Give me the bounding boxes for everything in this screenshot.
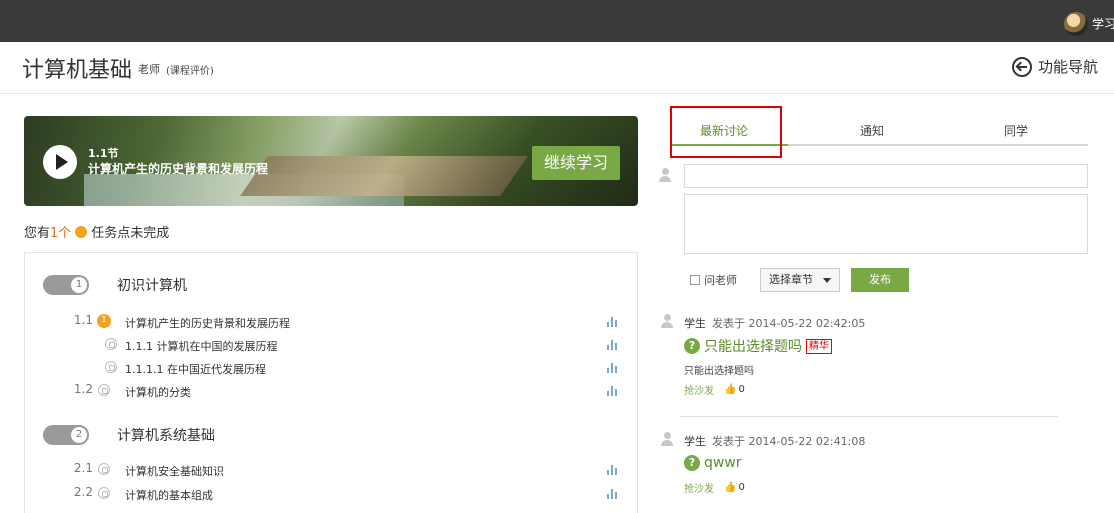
row-title[interactable]: 1.1.1.1 在中国近代发展历程	[125, 361, 266, 377]
outline-row[interactable]: 2.2 计算机的基本组成	[25, 485, 637, 505]
reply-link[interactable]: 抢沙发	[684, 480, 714, 495]
user-avatar-icon	[660, 432, 674, 446]
thumbs-up-icon[interactable]: 👍	[724, 384, 736, 395]
banner-boardwalk	[239, 156, 529, 196]
row-number: 2.1	[73, 461, 93, 475]
outline-row[interactable]: 1.2 计算机的分类	[25, 382, 637, 402]
row-number: 1.2	[73, 382, 93, 396]
back-arrow-icon	[1011, 56, 1032, 77]
post-divider	[680, 416, 1058, 417]
post-header: 学生 发表于 2014-05-22 02:42:05	[684, 315, 865, 331]
lock-icon	[105, 338, 117, 350]
row-number: 1.1	[73, 313, 93, 327]
chapter-select[interactable]: 选择章节	[760, 268, 840, 292]
reply-link[interactable]: 抢沙发	[684, 382, 714, 397]
outline-row[interactable]: 2.1 计算机安全基础知识	[25, 461, 637, 481]
topic-body-textarea[interactable]	[684, 194, 1088, 254]
post-author[interactable]: 学生	[684, 435, 706, 448]
post-header: 学生 发表于 2014-05-22 02:41:08	[684, 433, 865, 449]
function-nav-label: 功能导航	[1037, 58, 1098, 76]
thumbs-up-icon[interactable]: 👍	[724, 482, 736, 493]
course-evaluation-link[interactable]: (课程评价)	[166, 62, 214, 77]
stats-icon[interactable]	[607, 386, 619, 396]
outline-row[interactable]: 1.1 1 计算机产生的历史背景和发展历程	[25, 313, 637, 333]
chapter-1[interactable]: 1 初识计算机	[43, 273, 187, 297]
highlight-box	[670, 106, 782, 158]
chapter-toggle[interactable]: 2	[43, 425, 89, 445]
continue-learning-button[interactable]: 继续学习	[532, 146, 620, 180]
question-icon: ?	[684, 338, 700, 354]
post-footer: 抢沙发 👍 0	[684, 382, 745, 397]
question-title[interactable]: 只能出选择题吗	[704, 336, 802, 356]
row-title[interactable]: 计算机安全基础知识	[125, 463, 224, 479]
lock-icon	[98, 463, 110, 475]
ask-teacher-label: 问老师	[704, 274, 737, 287]
featured-badge: 精华	[806, 338, 832, 354]
banner-section-number: 1.1节	[88, 147, 119, 160]
tab-notice[interactable]: 通知	[860, 122, 884, 139]
lock-icon	[105, 361, 117, 373]
chapter-title: 计算机系统基础	[117, 428, 215, 444]
outline-row[interactable]: 1.1.1.1 在中国近代发展历程	[25, 359, 637, 379]
checkbox-icon[interactable]	[690, 275, 700, 285]
function-nav-button[interactable]: 功能导航	[1011, 56, 1098, 77]
like-count: 0	[738, 482, 745, 493]
row-title[interactable]: 计算机的基本组成	[125, 487, 213, 503]
banner-section-title: 计算机产生的历史背景和发展历程	[88, 162, 269, 176]
user-avatar-icon	[660, 314, 674, 328]
user-label[interactable]: 学习	[1092, 15, 1114, 32]
chapter-number: 2	[71, 427, 87, 443]
row-title[interactable]: 计算机的分类	[125, 384, 191, 400]
chapter-select-value: 选择章节	[769, 273, 813, 286]
current-section-banner: 1.1节 计算机产生的历史背景和发展历程 继续学习	[24, 116, 638, 206]
teacher-label: 老师	[138, 63, 160, 76]
top-bar: 学习	[0, 0, 1114, 42]
user-avatar[interactable]	[1064, 12, 1088, 36]
chapter-toggle[interactable]: 1	[43, 275, 89, 295]
user-avatar-icon	[658, 168, 672, 182]
stats-icon[interactable]	[607, 340, 619, 350]
course-title: 计算机基础	[22, 58, 133, 83]
topic-title-input[interactable]	[684, 164, 1088, 188]
post-author[interactable]: 学生	[684, 317, 706, 330]
publish-button[interactable]: 发布	[851, 268, 909, 292]
task-count: 1个	[50, 226, 72, 241]
stats-icon[interactable]	[607, 465, 619, 475]
course-outline: 1 初识计算机 1.1 1 计算机产生的历史背景和发展历程 1.1.1 计算机在…	[24, 252, 638, 513]
row-number: 2.2	[73, 485, 93, 499]
play-icon[interactable]	[43, 145, 77, 179]
question-icon: ?	[684, 455, 700, 471]
post-footer: 抢沙发 👍 0	[684, 480, 745, 495]
chapter-title: 初识计算机	[117, 278, 187, 294]
task-suffix: 任务点未完成	[91, 226, 170, 241]
chapter-number: 1	[71, 277, 87, 293]
task-notice: 您有 1个 任务点未完成	[24, 222, 169, 241]
like-count: 0	[738, 384, 745, 395]
stats-icon[interactable]	[607, 363, 619, 373]
lock-icon	[98, 384, 110, 396]
post-question[interactable]: ? qwwr	[684, 455, 742, 471]
stats-icon[interactable]	[607, 489, 619, 499]
task-pending-icon: 1	[97, 314, 111, 328]
chapter-2[interactable]: 2 计算机系统基础	[43, 423, 215, 447]
post-question[interactable]: ? 只能出选择题吗 精华	[684, 336, 832, 356]
task-dot-icon	[75, 225, 88, 238]
stats-icon[interactable]	[607, 317, 619, 327]
outline-row[interactable]: 1.1.1 计算机在中国的发展历程	[25, 336, 637, 356]
row-title[interactable]: 计算机产生的历史背景和发展历程	[125, 315, 290, 331]
post-body: 只能出选择题吗	[684, 366, 754, 377]
task-prefix: 您有	[24, 226, 51, 241]
question-title[interactable]: qwwr	[704, 455, 742, 471]
ask-teacher-checkbox[interactable]: 问老师	[690, 272, 737, 288]
tab-classmates[interactable]: 同学	[1004, 122, 1028, 139]
row-title[interactable]: 1.1.1 计算机在中国的发展历程	[125, 338, 278, 354]
lock-icon	[98, 487, 110, 499]
course-header: 计算机基础 老师 (课程评价) 功能导航	[0, 42, 1114, 94]
post-time: 发表于 2014-05-22 02:42:05	[712, 317, 866, 330]
post-time: 发表于 2014-05-22 02:41:08	[712, 435, 866, 448]
chevron-down-icon	[823, 278, 831, 283]
